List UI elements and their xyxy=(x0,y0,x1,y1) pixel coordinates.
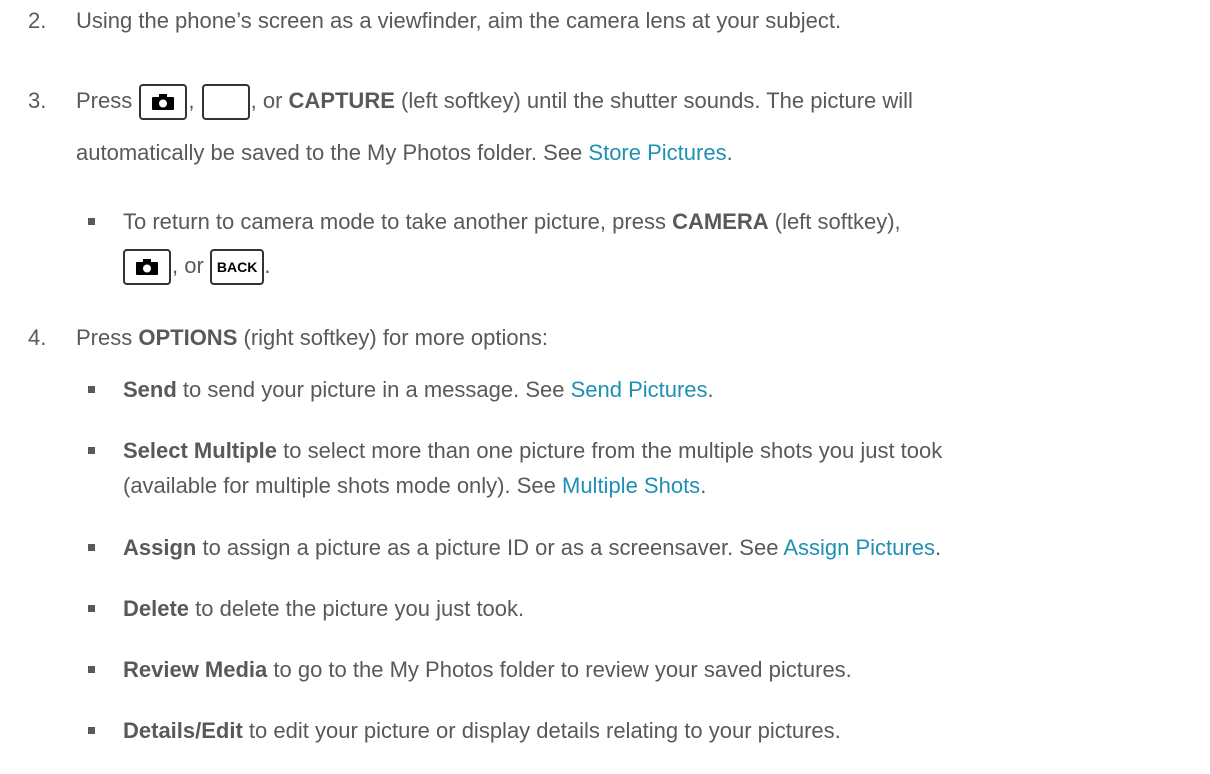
step-number: 4. xyxy=(28,325,47,350)
capture-label: CAPTURE xyxy=(288,88,395,113)
square-bullet-icon xyxy=(88,605,95,612)
comma: , xyxy=(188,88,195,113)
period: . xyxy=(726,140,733,165)
option-name: Details/Edit xyxy=(123,718,243,743)
back-key-icon: BACK xyxy=(209,249,265,286)
blank-key-icon xyxy=(201,84,250,121)
or-text: , or xyxy=(250,88,283,113)
store-pictures-link[interactable]: Store Pictures xyxy=(588,140,726,165)
option-text: to delete the picture you just took. xyxy=(189,596,525,621)
square-bullet-icon xyxy=(88,386,95,393)
camera-key-icon xyxy=(123,249,171,286)
square-bullet-icon xyxy=(88,666,95,673)
or-text: , or xyxy=(172,253,204,278)
period: . xyxy=(707,377,714,402)
option-name: Delete xyxy=(123,596,190,621)
option-select-multiple: Select Multiple to select more than one … xyxy=(123,433,942,468)
option-text: to send your picture in a message. See xyxy=(176,377,571,402)
option-name: Review Media xyxy=(123,657,268,682)
multiple-shots-link[interactable]: Multiple Shots xyxy=(562,473,700,498)
period: . xyxy=(934,535,942,560)
bullet-camera-mode-line-2: , or BACK. xyxy=(123,248,271,286)
option-assign: Assign to assign a picture as a picture … xyxy=(123,530,941,565)
period: . xyxy=(264,253,271,278)
option-name: Select Multiple xyxy=(123,438,278,463)
camera-label: CAMERA xyxy=(672,209,769,234)
camera-key-icon xyxy=(139,84,188,121)
square-bullet-icon xyxy=(88,544,95,551)
step-text: (left softkey) until the shutter sounds.… xyxy=(394,88,913,113)
option-delete: Delete to delete the picture you just to… xyxy=(123,591,524,626)
send-pictures-link[interactable]: Send Pictures xyxy=(571,377,708,402)
step-number: 2. xyxy=(28,8,47,33)
option-review-media: Review Media to go to the My Photos fold… xyxy=(123,652,852,687)
step-3-line-2: automatically be saved to the My Photos … xyxy=(76,135,733,170)
option-text: to select more than one picture from the… xyxy=(277,438,943,463)
option-text: to assign a picture as a picture ID or a… xyxy=(196,535,784,560)
square-bullet-icon xyxy=(88,218,95,225)
step-4: 4. Press OPTIONS (right softkey) for more… xyxy=(28,320,1198,355)
bullet-text: To return to camera mode to take another… xyxy=(123,209,673,234)
step-text: automatically be saved to the My Photos … xyxy=(76,140,589,165)
step-text: Press xyxy=(76,325,139,350)
option-text: to go to the My Photos folder to review … xyxy=(267,657,852,682)
step-text: Press xyxy=(76,88,133,113)
step-2: 2. Using the phone’s screen as a viewfind… xyxy=(28,3,1198,38)
square-bullet-icon xyxy=(88,447,95,454)
option-details-edit: Details/Edit to edit your picture or dis… xyxy=(123,713,841,748)
step-text: (right softkey) for more options: xyxy=(237,325,548,350)
step-text: Using the phone’s screen as a viewfinder… xyxy=(76,8,842,33)
bullet-camera-mode: To return to camera mode to take another… xyxy=(123,204,901,239)
option-text: to edit your picture or display details … xyxy=(242,718,841,743)
option-name: Assign xyxy=(123,535,197,560)
options-label: OPTIONS xyxy=(138,325,238,350)
bullet-text: (left softkey), xyxy=(768,209,901,234)
option-name: Send xyxy=(123,377,177,402)
assign-pictures-link[interactable]: Assign Pictures xyxy=(783,535,935,560)
period: . xyxy=(700,473,707,498)
option-send: Send to send your picture in a message. … xyxy=(123,372,714,407)
square-bullet-icon xyxy=(88,727,95,734)
step-number: 3. xyxy=(28,88,47,113)
option-text: (available for multiple shots mode only)… xyxy=(123,473,562,498)
step-3: 3. Press , , or CAPTURE (left softkey) un… xyxy=(28,83,1198,121)
option-select-multiple-line-2: (available for multiple shots mode only)… xyxy=(123,468,706,503)
